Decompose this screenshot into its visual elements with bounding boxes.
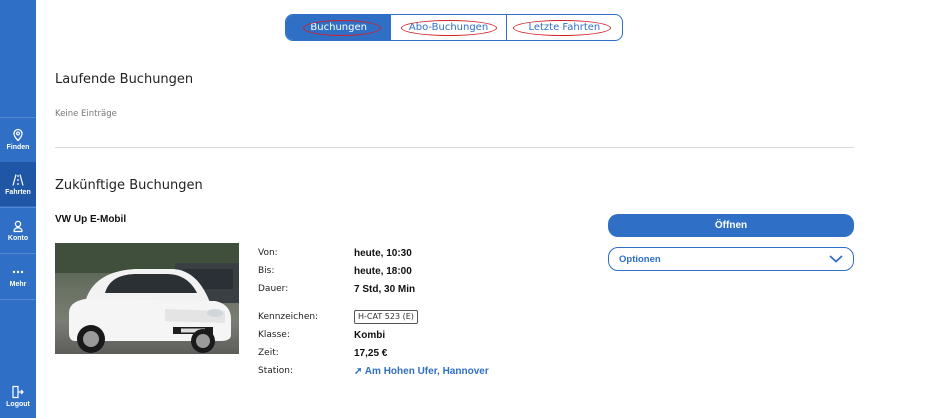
kennzeichen-label: Kennzeichen: bbox=[258, 312, 319, 322]
bis-label: Bis: bbox=[258, 266, 275, 276]
navigation-arrow-icon: ➚ bbox=[354, 366, 365, 377]
sidebar-item-mehr[interactable]: Mehr bbox=[0, 254, 36, 298]
tab-abo-buchungen[interactable]: Abo-Buchungen bbox=[391, 15, 507, 40]
klasse-label: Klasse: bbox=[258, 330, 290, 340]
station-link[interactable]: ➚ Am Hohen Ufer, Hannover bbox=[354, 366, 489, 377]
station-name: Am Hohen Ufer, Hannover bbox=[364, 366, 489, 377]
zeit-value: 17,25 € bbox=[354, 348, 388, 359]
von-value: heute, 10:30 bbox=[354, 248, 412, 259]
car-name: VW Up E-Mobil bbox=[55, 214, 127, 225]
highlight-oval bbox=[303, 20, 381, 36]
sidebar-item-label: Logout bbox=[6, 400, 30, 408]
location-pin-icon bbox=[13, 128, 23, 141]
sidebar-item-label: Finden bbox=[6, 143, 30, 151]
section-divider bbox=[55, 147, 854, 148]
options-label: Optionen bbox=[619, 253, 661, 265]
station-label: Station: bbox=[258, 366, 294, 376]
tab-letzte-fahrten[interactable]: Letzte Fahrten bbox=[507, 15, 622, 40]
options-dropdown[interactable]: Optionen bbox=[608, 247, 854, 271]
license-plate: H-CAT 523 (E) bbox=[354, 310, 418, 324]
dauer-value: 7 Std, 30 Min bbox=[354, 284, 416, 295]
sidebar-item-finden[interactable]: Finden bbox=[0, 117, 36, 161]
open-button[interactable]: Öffnen bbox=[608, 214, 854, 237]
sidebar: Finden Fahrten Konto Mehr Logout bbox=[0, 0, 36, 418]
dauer-label: Dauer: bbox=[258, 284, 289, 294]
car-photo bbox=[55, 243, 239, 354]
upcoming-bookings-title: Zukünftige Buchungen bbox=[55, 178, 203, 193]
logout-icon bbox=[12, 385, 24, 398]
empty-state-text: Keine Einträge bbox=[55, 109, 117, 119]
sidebar-item-logout[interactable]: Logout bbox=[0, 374, 36, 418]
open-button-label: Öffnen bbox=[714, 220, 748, 231]
sidebar-item-label: Mehr bbox=[9, 280, 27, 288]
highlight-oval bbox=[401, 20, 498, 36]
klasse-value: Kombi bbox=[354, 330, 386, 341]
more-dots-icon bbox=[12, 270, 24, 273]
sidebar-divider bbox=[0, 299, 36, 300]
bis-value: heute, 18:00 bbox=[354, 266, 412, 277]
user-icon bbox=[13, 220, 23, 232]
sidebar-item-label: Fahrten bbox=[5, 188, 31, 196]
von-label: Von: bbox=[258, 248, 278, 258]
current-bookings-title: Laufende Buchungen bbox=[55, 72, 194, 87]
sidebar-item-konto[interactable]: Konto bbox=[0, 208, 36, 252]
highlight-oval bbox=[512, 20, 611, 36]
chevron-down-icon bbox=[829, 255, 843, 263]
sidebar-item-fahrten[interactable]: Fahrten bbox=[0, 162, 36, 206]
booking-tabs: Buchungen Abo-Buchungen Letzte Fahrten bbox=[285, 14, 623, 41]
sidebar-item-label: Konto bbox=[7, 234, 29, 242]
road-icon bbox=[12, 173, 24, 186]
zeit-label: Zeit: bbox=[258, 348, 279, 358]
tab-buchungen[interactable]: Buchungen bbox=[286, 15, 392, 40]
